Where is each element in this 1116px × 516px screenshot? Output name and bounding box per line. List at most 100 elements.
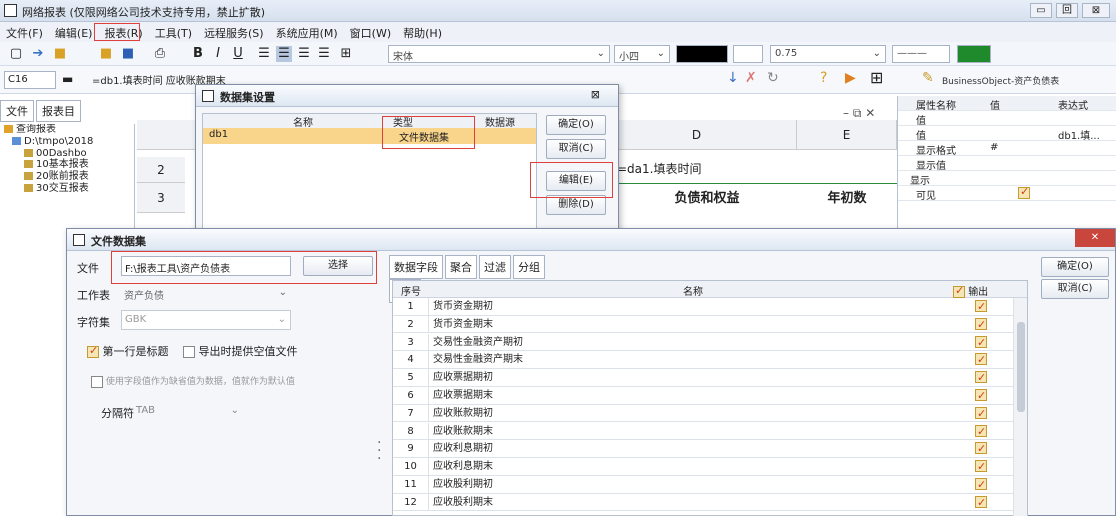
formula-menu-icon[interactable]: ▬ [62,72,73,86]
output-checkbox[interactable] [975,494,987,511]
output-checkbox[interactable] [975,334,987,351]
output-checkbox[interactable] [975,476,987,493]
bold-icon[interactable]: B [190,46,206,62]
close-button[interactable]: ⊠ [1082,3,1110,18]
default-value-option[interactable]: 使用字段值作为缺省值为数据，值就作为默认值 [91,374,295,388]
prop-name[interactable]: 显示值 [916,157,946,172]
tree-item[interactable]: 00Dashbo [36,148,87,159]
tab-file[interactable]: 文件 [0,100,34,122]
ok-button[interactable]: 确定(O) [1041,257,1109,277]
row-header-2[interactable]: 2 [137,157,185,183]
menu-remote[interactable]: 远程服务(S) [198,22,270,44]
separator-select[interactable]: TAB ⌄ [133,402,243,422]
import-checkbox[interactable] [183,346,195,358]
row-header-3[interactable]: 3 [137,183,185,213]
align-center-icon[interactable]: ☰ [276,46,292,62]
prop-name[interactable]: 显示格式 [916,142,956,157]
table-row[interactable]: 7 应收账款期初 [393,404,1013,423]
save-icon[interactable]: ■ [120,46,136,62]
dialog-close-button[interactable]: ⊠ [591,88,600,101]
cancel-button[interactable]: 取消(C) [546,139,606,159]
justify-icon[interactable]: ☰ [316,46,332,62]
visible-checkbox[interactable] [1018,185,1030,199]
filter-icon[interactable]: ▶ [845,70,856,86]
table-row[interactable]: 9 应收利息期初 [393,440,1013,458]
output-checkbox[interactable] [975,440,987,457]
tab-report-dir[interactable]: 报表目 [36,100,81,122]
table-row[interactable]: 12 应收股利期末 [393,493,1013,512]
output-checkbox[interactable] [975,405,987,422]
folder-open-icon[interactable]: ■ [98,46,114,62]
table-row[interactable]: 2 货币资金期末 [393,315,1013,334]
tab-data-fields[interactable]: 数据字段 [389,255,443,279]
first-row-title-checkbox[interactable] [87,344,99,358]
font-color-select[interactable] [676,45,728,63]
table-row[interactable]: 10 应收利息期末 [393,458,1013,476]
help-icon[interactable]: ? [820,70,827,86]
column-header-d[interactable]: D [597,120,797,150]
first-row-title-option[interactable]: 第一行是标题 [87,343,169,359]
table-row[interactable]: 3 交易性金融资产期初 [393,333,1013,352]
prop-expr[interactable]: db1.填... [1058,127,1100,142]
cell-formula[interactable]: =da1.填表时间 [617,160,701,177]
font-select[interactable]: 宋体 ⌄ [388,45,610,63]
tree-item[interactable]: 30交互报表 [36,183,89,194]
tree-item[interactable]: D:\tmpo\2018 [24,136,93,147]
tab-aggregate[interactable]: 聚合 [445,255,477,279]
output-all-checkbox[interactable] [953,284,965,298]
output-all-option[interactable]: 输出 [953,283,988,298]
scrollbar-thumb[interactable] [1017,322,1025,412]
table-icon[interactable]: ⊞ [870,68,883,87]
new-icon[interactable]: ▢ [8,46,24,62]
charset-select[interactable]: GBK ⌄ [121,310,291,330]
refresh-icon[interactable]: ↻ [767,70,779,86]
cell-liabilities[interactable]: 负债和权益 [617,183,797,213]
output-checkbox[interactable] [975,351,987,368]
table-row[interactable]: 8 应收账款期末 [393,422,1013,441]
sort-icon[interactable]: ✗ [745,70,757,86]
table-row[interactable]: 1 货币资金期初 [393,298,1013,316]
prop-name[interactable]: 值 [916,112,926,127]
prop-name[interactable]: 值 [916,127,926,142]
zoom-select[interactable]: 0.75 ⌄ [770,45,886,63]
tab-group[interactable]: 分组 [513,255,545,279]
output-checkbox[interactable] [975,316,987,333]
open-icon[interactable]: ➔ [30,46,46,62]
pen-icon[interactable]: ✎ [922,70,934,86]
print-icon[interactable]: ⎙ [152,46,168,62]
tab-filter[interactable]: 过滤 [479,255,511,279]
menu-edit[interactable]: 编辑(E) [49,22,99,44]
cell-address[interactable]: C16 [4,71,56,89]
minimize-button[interactable]: ▭ [1030,3,1052,18]
tree-item[interactable]: 20账前报表 [36,171,89,182]
font-size-select[interactable]: 小四 ⌄ [614,45,670,63]
align-right-icon[interactable]: ☰ [296,46,312,62]
output-checkbox[interactable] [975,298,987,315]
line-color-select[interactable] [957,45,991,63]
prop-value[interactable]: # [990,142,998,153]
output-checkbox[interactable] [975,387,987,404]
table-row[interactable]: 4 交易性金融资产期末 [393,351,1013,369]
splitter-handle[interactable]: · · · [377,436,381,466]
cell-opening[interactable]: 年初数 [797,183,897,213]
cancel-button[interactable]: 取消(C) [1041,279,1109,299]
dialog-close-button[interactable]: ✕ [1075,229,1115,247]
tree-root[interactable]: 查询报表 [16,124,56,135]
import-option[interactable]: 导出时提供空值文件 [183,343,298,359]
output-checkbox[interactable] [975,458,987,475]
prop-name[interactable]: 可见 [916,187,936,202]
output-checkbox[interactable] [975,423,987,440]
maximize-button[interactable]: 回 [1056,3,1078,18]
menu-system[interactable]: 系统应用(M) [270,22,344,44]
default-value-checkbox[interactable] [91,375,103,388]
italic-icon[interactable]: I [210,46,226,62]
field-table-scrollbar[interactable] [1013,298,1027,516]
table-row[interactable]: 5 应收票据期初 [393,369,1013,387]
dataset-row[interactable]: db1 文件数据集 [203,128,536,144]
menu-help[interactable]: 帮助(H) [397,22,448,44]
delete-button[interactable]: 删除(D) [546,195,606,215]
menu-file[interactable]: 文件(F) [0,22,49,44]
prop-name[interactable]: 显示 [910,172,930,187]
menu-tools[interactable]: 工具(T) [149,22,198,44]
tree-item[interactable]: 10基本报表 [36,159,89,170]
